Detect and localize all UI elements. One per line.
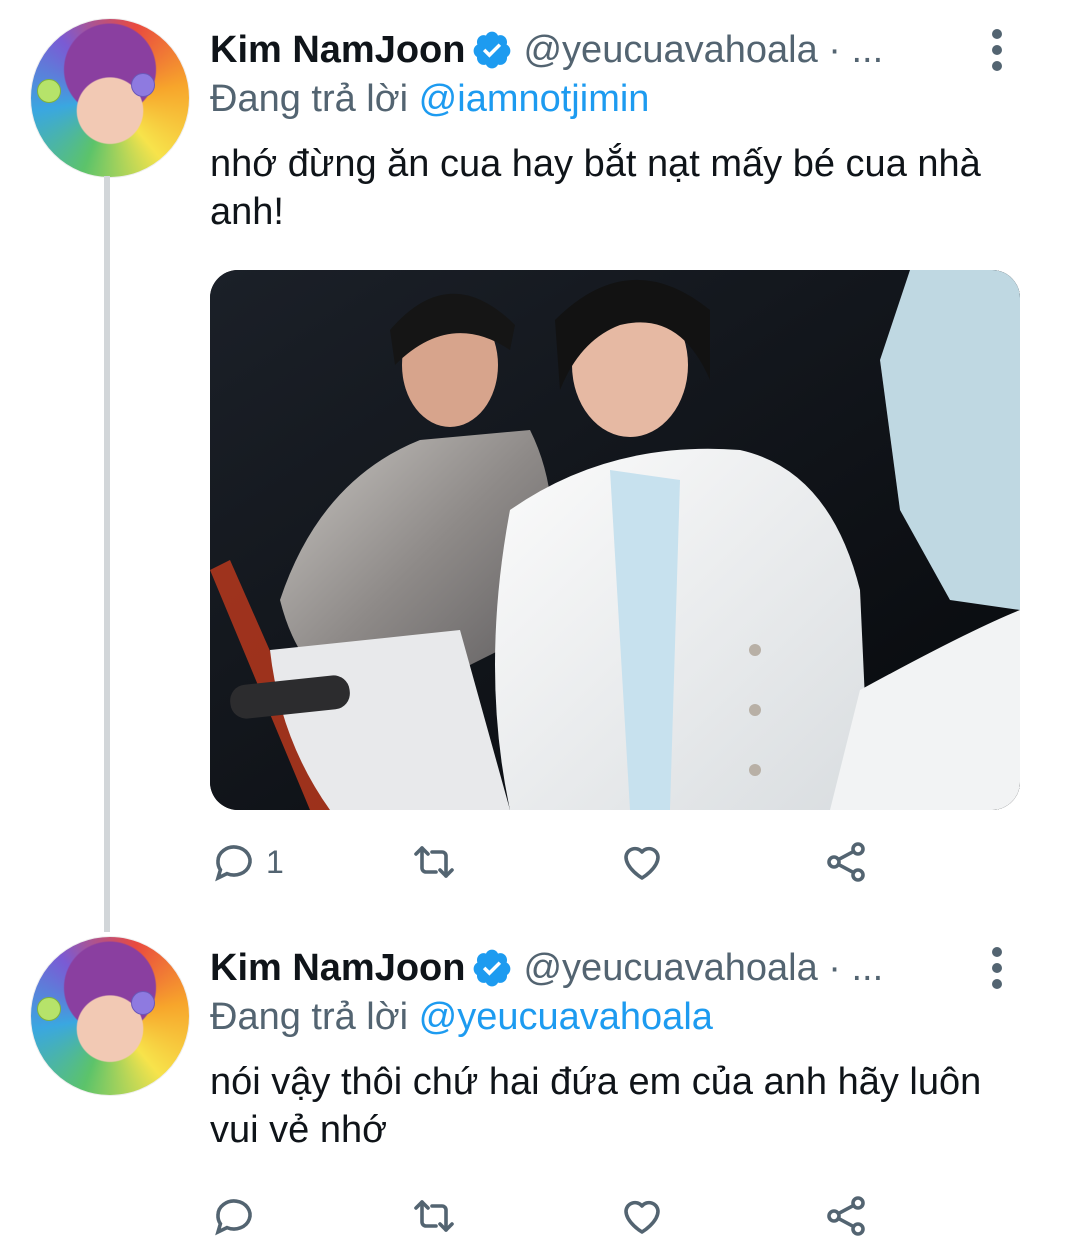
replying-prefix: Đang trả lời (210, 996, 409, 1038)
reply-icon (215, 845, 252, 882)
tweet-text: nói vậy thôi chứ hai đứa em của anh hãy … (210, 1061, 982, 1151)
heart-icon (624, 846, 660, 880)
author-handle[interactable]: @yeucuavahoala · ... (523, 947, 883, 990)
tweet-header: Kim NamJoon @yeucuavahoala · ... (210, 24, 883, 76)
retweet-button[interactable] (410, 1186, 458, 1246)
mention-link[interactable]: @iamnotjimin (419, 78, 650, 120)
verified-badge-icon (474, 31, 511, 69)
tweet-actions (210, 1186, 910, 1246)
reply-count: 1 (266, 843, 284, 880)
thread-line (104, 176, 110, 932)
tweet-text: nhớ đừng ăn cua hay bắt nạt mấy bé cua n… (210, 143, 981, 233)
author-name[interactable]: Kim NamJoon (210, 29, 465, 72)
author-handle[interactable]: @yeucuavahoala · ... (523, 29, 883, 72)
tweet-actions: 1 (210, 832, 910, 892)
more-vertical-icon[interactable] (982, 24, 1012, 76)
verified-badge-icon (474, 949, 511, 987)
tweet-header: Kim NamJoon @yeucuavahoala · ... (210, 942, 883, 994)
share-icon (827, 842, 865, 882)
like-button[interactable] (618, 1186, 666, 1246)
share-icon (827, 1196, 865, 1236)
author-name[interactable]: Kim NamJoon (210, 947, 465, 990)
share-button[interactable] (822, 832, 870, 892)
tweet-photo[interactable] (210, 270, 1020, 810)
reply-button[interactable] (210, 1186, 258, 1246)
like-button[interactable] (618, 832, 666, 892)
retweet-button[interactable] (410, 832, 458, 892)
avatar[interactable] (30, 18, 190, 178)
replying-to: Đang trả lời @iamnotjimin (210, 78, 649, 121)
replying-to: Đang trả lời @yeucuavahoala (210, 996, 713, 1039)
mention-link[interactable]: @yeucuavahoala (419, 996, 713, 1038)
retweet-icon (414, 1200, 454, 1232)
retweet-icon (414, 846, 454, 878)
avatar[interactable] (30, 936, 190, 1096)
share-button[interactable] (822, 1186, 870, 1246)
more-vertical-icon[interactable] (982, 942, 1012, 994)
reply-button[interactable]: 1 (210, 832, 284, 892)
tweet[interactable]: Kim NamJoon @yeucuavahoala · ... Đang tr… (0, 0, 1080, 932)
reply-icon (215, 1199, 252, 1236)
replying-prefix: Đang trả lời (210, 78, 409, 120)
tweet[interactable]: Kim NamJoon @yeucuavahoala · ... Đang tr… (0, 918, 1080, 1236)
heart-icon (624, 1200, 660, 1234)
